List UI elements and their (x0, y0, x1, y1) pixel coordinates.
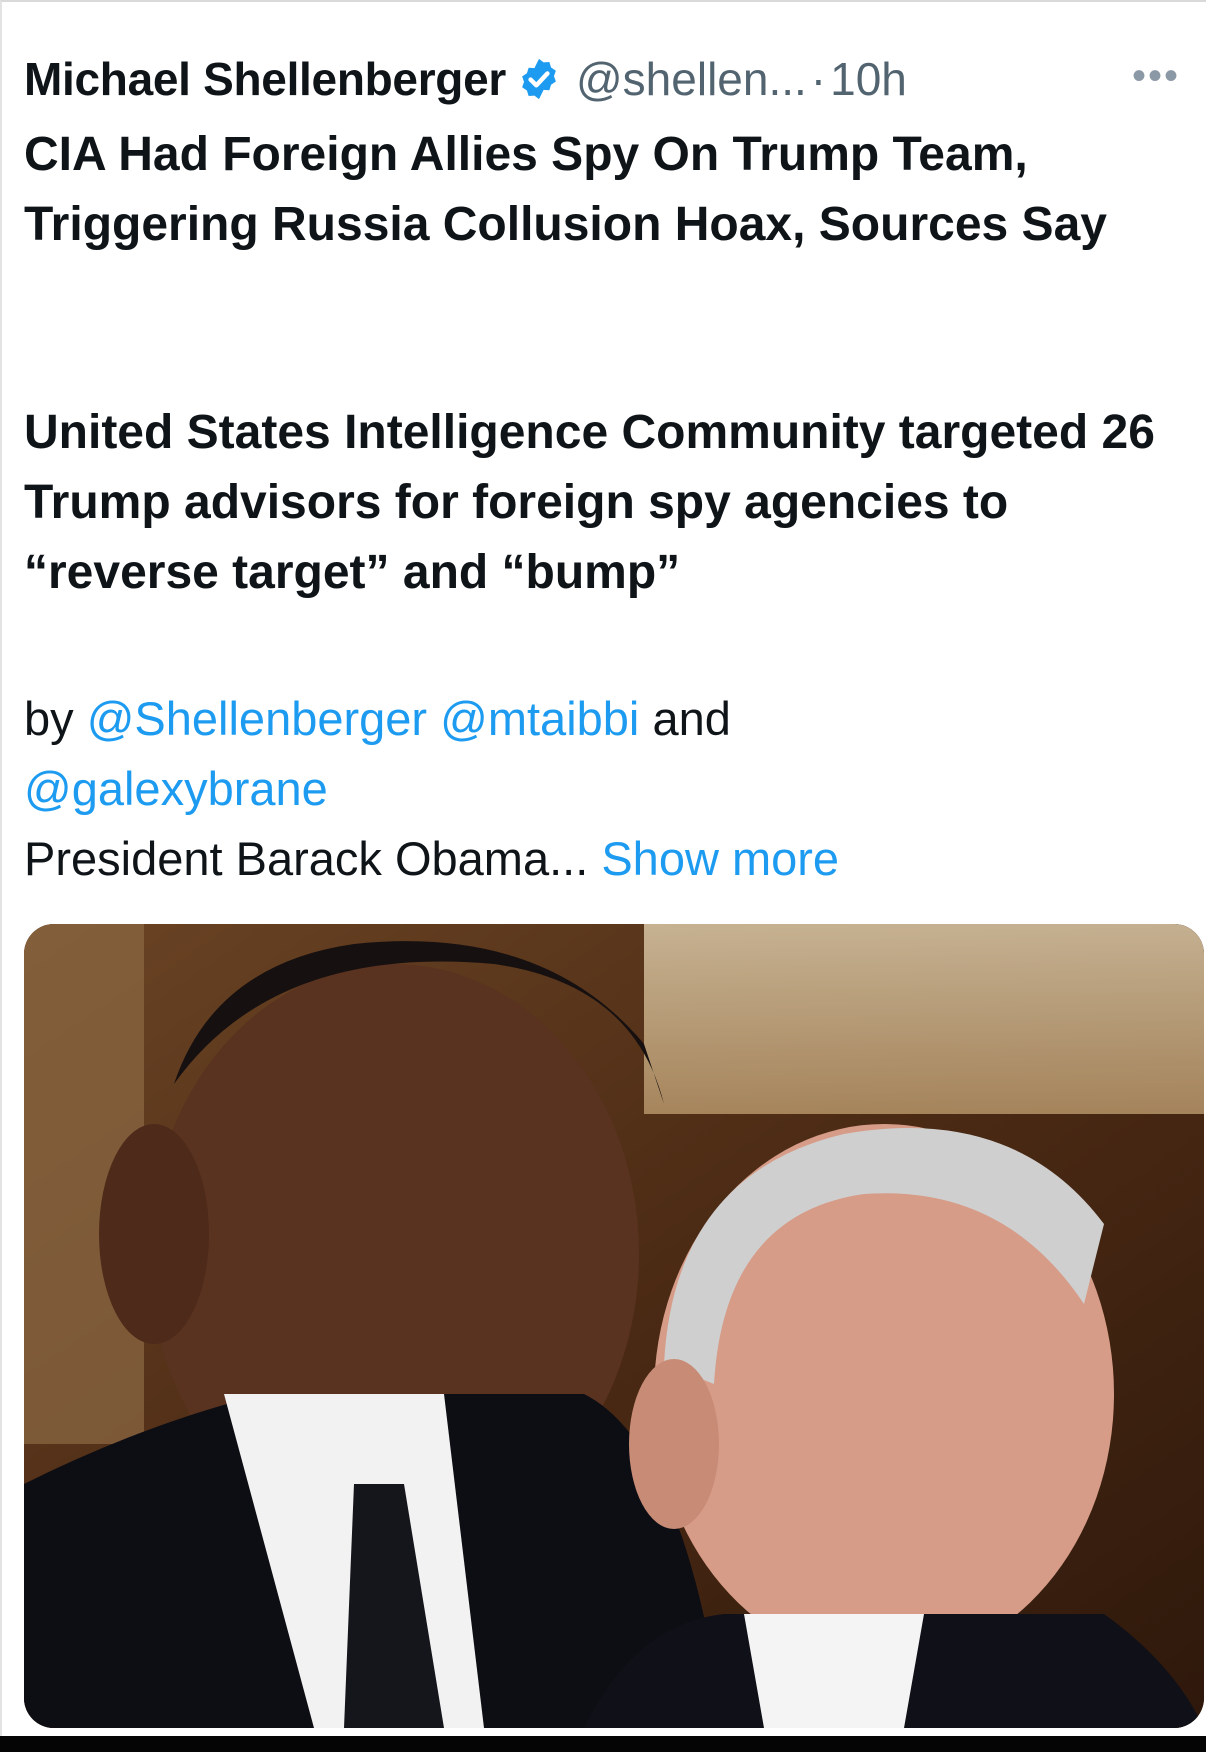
tweet-header: Michael Shellenberger @shellen... · 10h … (24, 44, 1194, 114)
tweet-photo[interactable] (24, 924, 1204, 1728)
tweet-body: by @Shellenberger @mtaibbi and @galexybr… (24, 684, 1184, 894)
tweet-card[interactable]: Michael Shellenberger @shellen... · 10h … (0, 0, 1206, 1752)
mention-link[interactable]: @Shellenberger (87, 692, 427, 745)
mention-link[interactable]: @galexybrane (24, 762, 328, 815)
tweet-title: CIA Had Foreign Allies Spy On Trump Team… (24, 128, 1107, 251)
verified-badge-icon (522, 58, 556, 100)
tweet-time[interactable]: 10h (830, 52, 907, 106)
author-handle[interactable]: @shellen... (576, 52, 807, 106)
byline-prefix: by (24, 692, 74, 745)
byline-and: and (652, 692, 731, 745)
tweet-subtitle: United States Intelligence Community tar… (24, 406, 1155, 599)
body-text: President Barack Obama... (24, 832, 589, 885)
photo-illustration (24, 924, 1204, 1728)
bottom-edge (0, 1736, 1206, 1752)
ellipsis-icon[interactable]: ••• (1132, 54, 1180, 99)
mention-link[interactable]: @mtaibbi (440, 692, 639, 745)
meta-separator: · (810, 53, 827, 105)
author-name[interactable]: Michael Shellenberger (24, 52, 506, 106)
show-more-link[interactable]: Show more (601, 832, 839, 885)
